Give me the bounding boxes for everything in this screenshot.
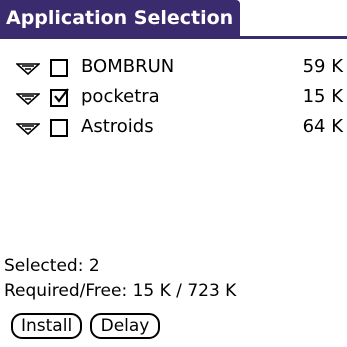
app-checkbox[interactable] — [50, 59, 68, 77]
app-name: pocketra — [81, 86, 160, 107]
app-row-astroids[interactable]: Astroids 64 K — [0, 116, 347, 144]
expand-triangle-icon[interactable] — [16, 93, 40, 105]
app-size: 15 K — [302, 86, 343, 107]
selected-count: Selected: 2 — [4, 256, 100, 276]
checkmark-icon — [54, 88, 69, 103]
app-name: Astroids — [81, 116, 154, 137]
install-button[interactable]: Install — [11, 313, 82, 339]
window-title: Application Selection — [0, 0, 240, 37]
app-row-pocketra[interactable]: pocketra 15 K — [0, 86, 347, 114]
app-checkbox[interactable] — [50, 119, 68, 137]
title-bar: Application Selection — [0, 0, 347, 40]
app-name: BOMBRUN — [81, 56, 175, 77]
delay-button[interactable]: Delay — [90, 313, 160, 339]
app-row-bombrun[interactable]: BOMBRUN 59 K — [0, 56, 347, 84]
app-checkbox-checked[interactable] — [50, 88, 69, 107]
title-rule — [0, 36, 347, 39]
expand-triangle-icon[interactable] — [16, 123, 40, 135]
app-size: 59 K — [302, 56, 343, 77]
app-size: 64 K — [302, 116, 343, 137]
expand-triangle-icon[interactable] — [16, 63, 40, 75]
required-free-text: Required/Free: 15 K / 723 K — [4, 281, 237, 301]
